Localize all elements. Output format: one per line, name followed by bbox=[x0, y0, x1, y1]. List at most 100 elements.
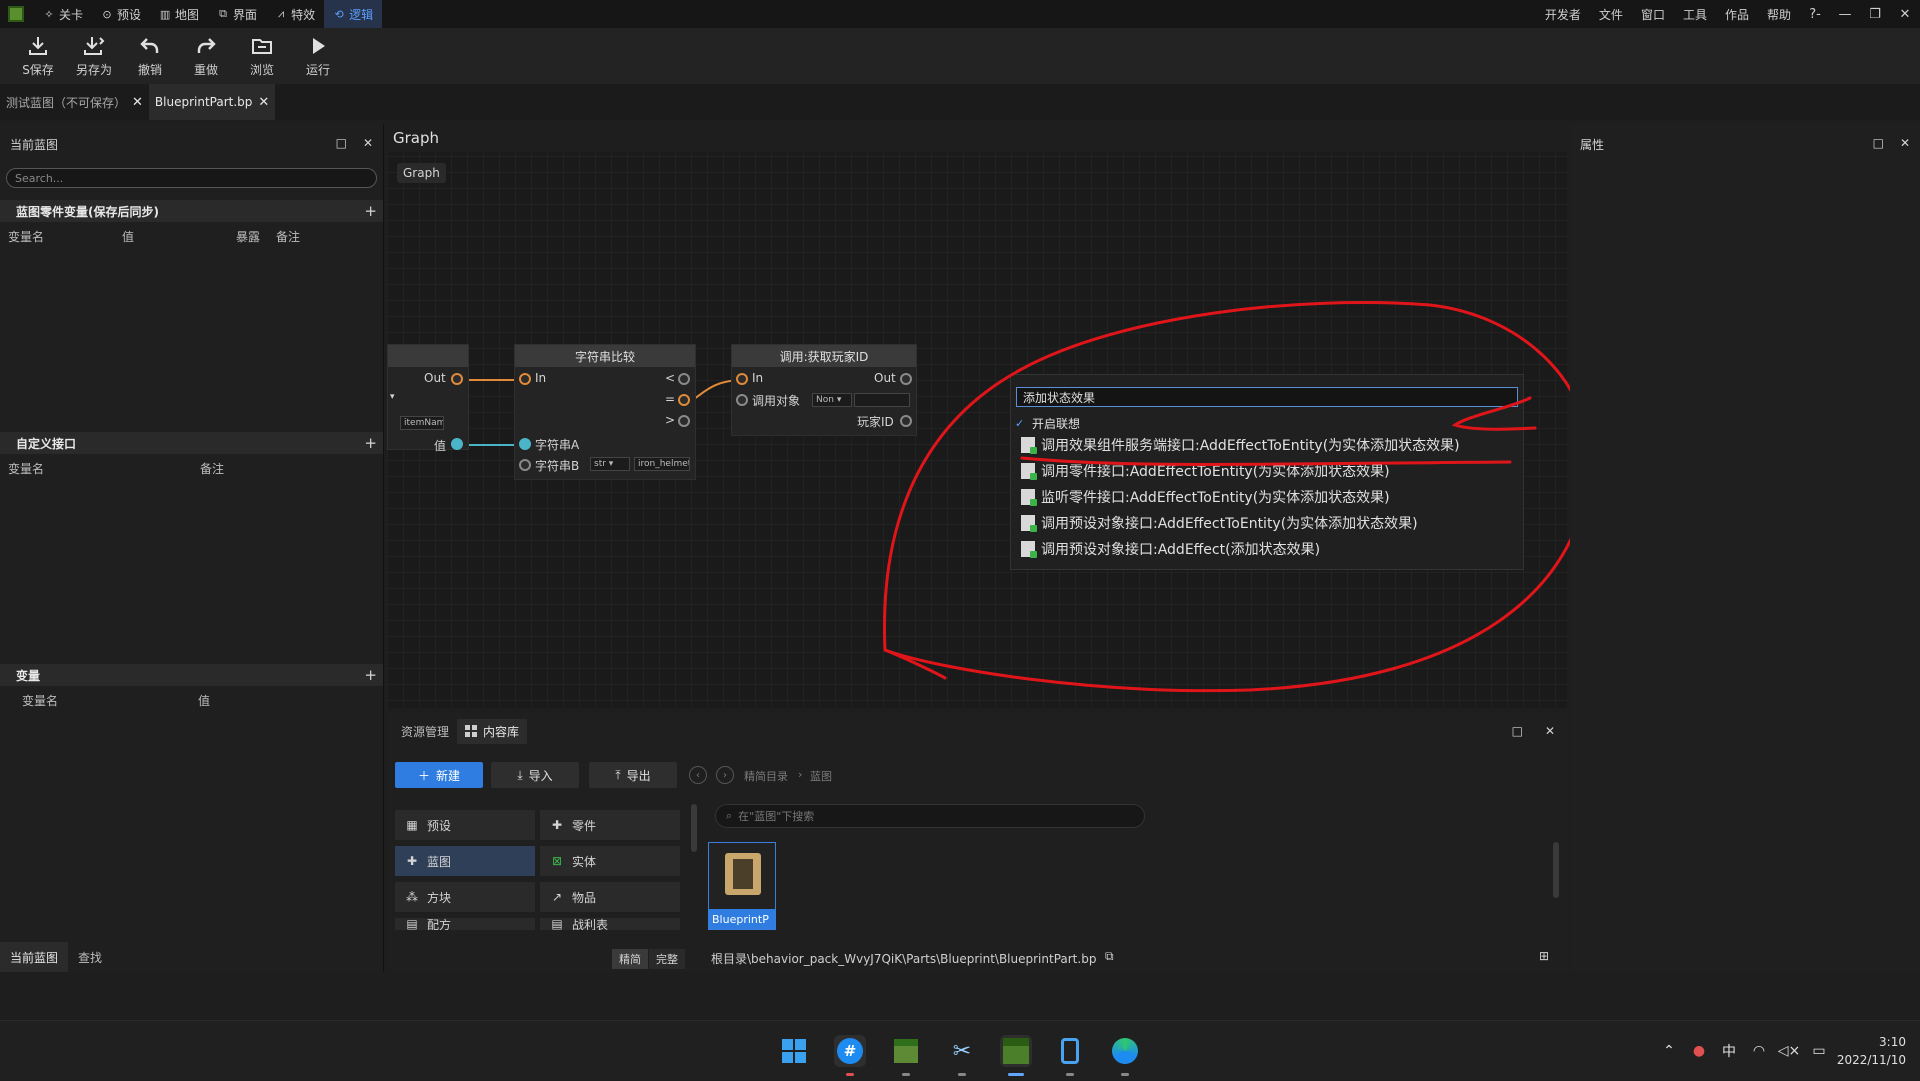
volume-mute-icon[interactable]: ◁× bbox=[1774, 1043, 1804, 1059]
string-a-pin[interactable] bbox=[519, 438, 531, 450]
tab-content-library[interactable]: 内容库 bbox=[457, 718, 528, 744]
tab-ui[interactable]: ⧉ 界面 bbox=[208, 0, 266, 28]
tab-find[interactable]: 查找 bbox=[68, 942, 112, 972]
data-out-pin[interactable] bbox=[451, 438, 463, 450]
menu-window[interactable]: 窗口 bbox=[1632, 6, 1674, 23]
category-scrollbar[interactable] bbox=[691, 804, 697, 852]
close-icon[interactable]: ✕ bbox=[363, 136, 373, 150]
windows-start-icon[interactable] bbox=[778, 1035, 810, 1067]
menu-tools[interactable]: 工具 bbox=[1674, 6, 1716, 23]
copy-path-icon[interactable]: ⧉ bbox=[1105, 949, 1114, 964]
close-window-icon[interactable]: ✕ bbox=[1890, 7, 1920, 22]
minecraft-editor-icon[interactable] bbox=[1000, 1035, 1032, 1067]
category-blueprint[interactable]: ✚ 蓝图 bbox=[395, 846, 535, 876]
chat-app-icon[interactable]: # bbox=[834, 1035, 866, 1067]
minecraft-app-icon[interactable] bbox=[890, 1035, 922, 1067]
clock[interactable]: 3:10 2022/11/10 bbox=[1834, 1033, 1920, 1069]
edge-browser-icon[interactable] bbox=[1109, 1035, 1141, 1067]
run-button[interactable]: 运行 bbox=[290, 28, 346, 78]
left-bottom-tabs: 当前蓝图 查找 bbox=[0, 942, 384, 972]
close-icon[interactable]: ✕ bbox=[1545, 724, 1555, 738]
wifi-icon[interactable]: ◠ bbox=[1744, 1043, 1774, 1059]
category-item[interactable]: ↗ 物品 bbox=[540, 882, 680, 912]
menu-file[interactable]: 文件 bbox=[1590, 6, 1632, 23]
help-dropdown-icon[interactable]: ?- bbox=[1800, 7, 1830, 22]
snipping-tool-icon[interactable]: ✂ bbox=[946, 1035, 978, 1067]
target-dropdown[interactable]: Non ▾ bbox=[812, 393, 852, 407]
add-icon[interactable]: + bbox=[364, 666, 377, 684]
category-part[interactable]: ✚ 零件 bbox=[540, 810, 680, 840]
string-b-value[interactable]: iron_helmet bbox=[634, 457, 690, 471]
redo-icon bbox=[197, 38, 216, 53]
save-icon bbox=[29, 37, 47, 55]
category-preset[interactable]: ▦ 预设 bbox=[395, 810, 535, 840]
add-icon[interactable]: + bbox=[364, 434, 377, 452]
view-simple-toggle[interactable]: 精简 bbox=[612, 949, 648, 969]
close-tab-icon[interactable]: ✕ bbox=[258, 95, 269, 110]
phone-link-icon[interactable] bbox=[1054, 1035, 1086, 1067]
input-language[interactable]: 中 bbox=[1714, 1041, 1744, 1061]
search-input[interactable]: Search... bbox=[6, 168, 377, 188]
new-button[interactable]: ＋新建 bbox=[395, 762, 483, 788]
exec-in-pin[interactable] bbox=[519, 373, 531, 385]
asset-search-input[interactable]: ⌕ 在"蓝图"下搜索 bbox=[715, 804, 1145, 828]
back-icon[interactable]: ‹ bbox=[689, 766, 707, 784]
equal-out-pin[interactable] bbox=[678, 394, 690, 406]
menu-developer[interactable]: 开发者 bbox=[1536, 6, 1590, 23]
view-full-toggle[interactable]: 完整 bbox=[649, 949, 685, 969]
tab-level[interactable]: ✧ 关卡 bbox=[34, 0, 92, 28]
undo-button[interactable]: 撤销 bbox=[122, 28, 178, 78]
category-loot-table[interactable]: ▤ 战利表 bbox=[540, 918, 680, 930]
category-entity[interactable]: ⊠ 实体 bbox=[540, 846, 680, 876]
exec-out-pin[interactable] bbox=[451, 373, 463, 385]
add-icon[interactable]: + bbox=[364, 202, 377, 220]
tab-current-blueprint[interactable]: 当前蓝图 bbox=[0, 942, 69, 972]
tab-map[interactable]: ▥ 地图 bbox=[150, 0, 208, 28]
browse-button[interactable]: 浏览 bbox=[234, 28, 290, 78]
grid-view-icon[interactable]: ⊞ bbox=[1539, 949, 1549, 963]
tab-logic[interactable]: ⟲ 逻辑 bbox=[324, 0, 383, 28]
restore-icon[interactable]: ❐ bbox=[1860, 7, 1890, 22]
import-button[interactable]: ⤓ 导入 bbox=[491, 762, 579, 788]
type-dropdown[interactable]: str ▾ bbox=[590, 457, 630, 471]
breadcrumb-blueprint[interactable]: 蓝图 bbox=[810, 768, 832, 784]
node-header bbox=[388, 345, 468, 367]
doc-tab-blueprint-part[interactable]: BlueprintPart.bp ✕ bbox=[148, 84, 276, 120]
tab-preset[interactable]: ⊙ 预设 bbox=[92, 0, 150, 28]
exec-in-pin[interactable] bbox=[736, 373, 748, 385]
field-value[interactable]: itemName bbox=[400, 416, 444, 430]
tab-resource-manager[interactable]: 资源管理 bbox=[393, 719, 457, 744]
menu-help[interactable]: 帮助 bbox=[1758, 6, 1800, 23]
category-block[interactable]: ⁂ 方块 bbox=[395, 882, 535, 912]
target-pin[interactable] bbox=[736, 394, 748, 406]
save-button[interactable]: S保存 bbox=[10, 28, 66, 78]
grid-icon bbox=[465, 725, 478, 737]
category-recipe[interactable]: ▤ 配方 bbox=[395, 918, 535, 930]
maximize-icon[interactable]: □ bbox=[1873, 136, 1884, 150]
right-menu: 开发者 文件 窗口 工具 作品 帮助 ?- — ❐ ✕ bbox=[1536, 0, 1920, 28]
node-partial[interactable]: Out ▾ itemName 值 bbox=[387, 344, 469, 453]
greater-out-pin[interactable] bbox=[678, 415, 690, 427]
battery-icon[interactable]: ▭ bbox=[1804, 1043, 1834, 1059]
maximize-icon[interactable]: □ bbox=[1512, 724, 1523, 738]
asset-scrollbar[interactable] bbox=[1553, 842, 1559, 898]
qq-icon[interactable]: ● bbox=[1684, 1043, 1714, 1059]
close-icon[interactable]: ✕ bbox=[1900, 136, 1910, 150]
menu-works[interactable]: 作品 bbox=[1716, 6, 1758, 23]
maximize-icon[interactable]: □ bbox=[336, 136, 347, 150]
forward-icon[interactable]: › bbox=[716, 766, 734, 784]
node-string-compare[interactable]: 字符串比较 In < = > 字符串A 字符串B str ▾ iron_helm… bbox=[514, 344, 696, 480]
preset-icon: ▦ bbox=[406, 818, 418, 832]
minimize-icon[interactable]: — bbox=[1830, 7, 1860, 22]
asset-card-blueprint[interactable]: BlueprintP bbox=[708, 842, 776, 930]
close-tab-icon[interactable]: ✕ bbox=[132, 95, 143, 110]
less-out-pin[interactable] bbox=[678, 373, 690, 385]
save-as-button[interactable]: 另存为 bbox=[66, 28, 122, 78]
tab-effects[interactable]: ⩘ 特效 bbox=[266, 0, 324, 28]
chevron-up-icon[interactable]: ⌃ bbox=[1654, 1043, 1684, 1059]
doc-tab-test-blueprint[interactable]: 测试蓝图（不可保存） ✕ bbox=[0, 84, 149, 120]
export-button[interactable]: ⤒ 导出 bbox=[589, 762, 677, 788]
string-b-pin[interactable] bbox=[519, 459, 531, 471]
redo-button[interactable]: 重做 bbox=[178, 28, 234, 78]
breadcrumb-root[interactable]: 精简目录 bbox=[744, 768, 788, 784]
